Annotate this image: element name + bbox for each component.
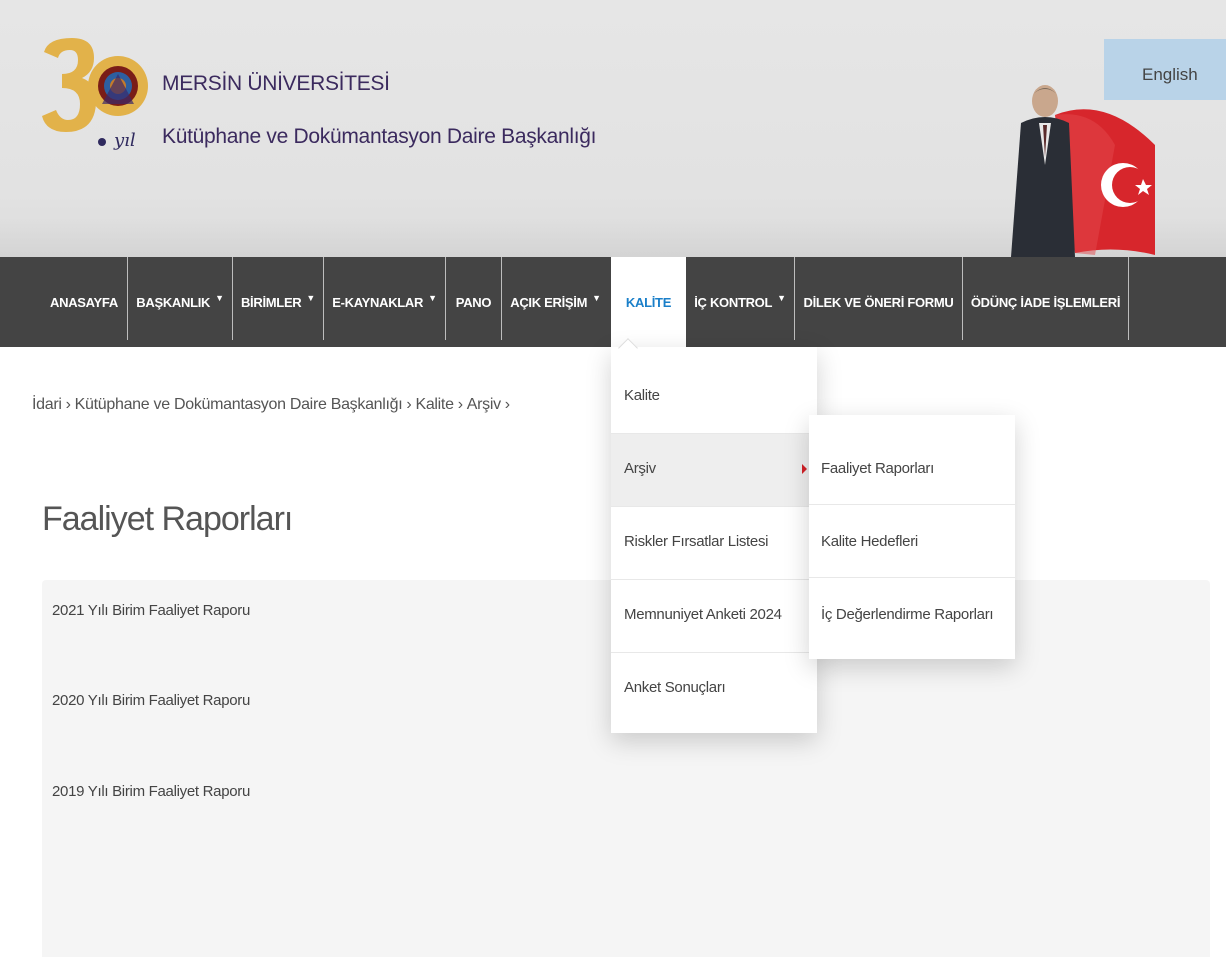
dropdown-item-arsiv[interactable]: Arşiv: [611, 433, 817, 506]
nav-item-birimler[interactable]: BİRİMLER ▼: [233, 257, 323, 347]
nav-label: DİLEK VE ÖNERİ FORMU: [803, 294, 954, 310]
university-logo-icon[interactable]: yıl: [38, 34, 150, 154]
nav-item-pano[interactable]: PANO: [446, 257, 501, 347]
nav-label: BAŞKANLIK: [136, 294, 211, 310]
caret-down-icon: ▼: [592, 293, 601, 303]
caret-down-icon: ▼: [777, 293, 786, 303]
dropdown-item-memnuniyet-anketi[interactable]: Memnuniyet Anketi 2024: [611, 579, 817, 652]
nav-item-baskanlik[interactable]: BAŞKANLIK ▼: [128, 257, 232, 347]
breadcrumb-separator: ›: [457, 396, 463, 413]
dropdown-item-label: Riskler Fırsatlar Listesi: [624, 533, 769, 550]
submenu-item-faaliyet-raporlari[interactable]: Faaliyet Raporları: [809, 415, 1015, 488]
caret-down-icon: ▼: [306, 293, 316, 303]
nav-label: İÇ KONTROL: [694, 294, 773, 310]
breadcrumb: İdari › Kütüphane ve Dokümantasyon Daire B…: [32, 396, 514, 414]
nav-item-ic-kontrol[interactable]: İÇ KONTROL ▼: [688, 257, 792, 347]
submenu-item-label: İç Değerlendirme Raporları: [821, 606, 994, 623]
svg-text:yıl: yıl: [113, 130, 136, 151]
page-title: Faaliyet Raporları: [42, 500, 293, 538]
site-subtitle: Kütüphane ve Dokümantasyon Daire Başkanl…: [162, 125, 597, 148]
submenu-item-label: Kalite Hedefleri: [821, 533, 918, 550]
arsiv-submenu: Faaliyet Raporları Kalite Hedefleri İç D…: [809, 415, 1015, 659]
nav-item-odunc-iade-islemleri[interactable]: ÖDÜNÇ İADE İŞLEMLERİ: [963, 257, 1128, 347]
report-link-2020[interactable]: 2020 Yılı Birim Faaliyet Raporu: [52, 692, 250, 709]
nav-item-anasayfa[interactable]: ANASAYFA: [44, 257, 124, 347]
breadcrumb-separator: ›: [504, 396, 510, 413]
breadcrumb-item-kalite[interactable]: Kalite: [415, 396, 454, 413]
breadcrumb-separator: ›: [406, 396, 412, 413]
caret-down-icon: ▼: [215, 293, 224, 303]
dropdown-item-label: Arşiv: [624, 460, 656, 477]
page: yıl MERSİN ÜNİVERSİTESİ Kütüphane ve Dok…: [0, 0, 1226, 957]
dropdown-item-kalite[interactable]: Kalite: [611, 361, 817, 434]
nav-item-e-kaynaklar[interactable]: E-KAYNAKLAR ▼: [324, 257, 445, 347]
nav-label: ANASAYFA: [50, 294, 118, 310]
nav-label: ÖDÜNÇ İADE İŞLEMLERİ: [970, 294, 1121, 310]
submenu-item-label: Faaliyet Raporları: [821, 460, 934, 477]
nav-label: E-KAYNAKLAR: [332, 294, 424, 310]
main-navigation: ANASAYFA BAŞKANLIK ▼ BİRİMLER ▼ E-KAYNAK…: [0, 257, 1226, 347]
nav-item-kalite[interactable]: KALİTE: [611, 257, 686, 347]
dropdown-item-label: Kalite: [624, 387, 660, 404]
dropdown-item-label: Memnuniyet Anketi 2024: [624, 606, 782, 623]
nav-label: AÇIK ERİŞİM: [510, 294, 588, 310]
submenu-item-kalite-hedefleri[interactable]: Kalite Hedefleri: [809, 504, 1015, 577]
chevron-right-icon: [802, 464, 807, 474]
dropdown-item-riskler-firsatlar[interactable]: Riskler Fırsatlar Listesi: [611, 506, 817, 579]
site-title: MERSİN ÜNİVERSİTESİ: [162, 72, 390, 95]
report-link-2021[interactable]: 2021 Yılı Birim Faaliyet Raporu: [52, 602, 250, 619]
nav-item-acik-erisim[interactable]: AÇIK ERİŞİM ▼: [502, 257, 609, 347]
dropdown-item-anket-sonuclari[interactable]: Anket Sonuçları: [611, 652, 817, 725]
nav-label: BİRİMLER: [240, 294, 302, 310]
nav-label: KALİTE: [625, 294, 672, 310]
breadcrumb-item-arsiv[interactable]: Arşiv: [467, 396, 501, 413]
nav-divider: [1128, 257, 1129, 340]
nav-item-dilek-oneri-formu[interactable]: DİLEK VE ÖNERİ FORMU: [795, 257, 962, 347]
ataturk-flag-portrait-image: [1011, 85, 1155, 257]
report-link-2019[interactable]: 2019 Yılı Birim Faaliyet Raporu: [52, 783, 250, 800]
breadcrumb-item-kutuphane[interactable]: Kütüphane ve Dokümantasyon Daire Başkanl…: [75, 396, 403, 413]
site-header: yıl MERSİN ÜNİVERSİTESİ Kütüphane ve Dok…: [0, 0, 1226, 257]
breadcrumb-separator: ›: [65, 396, 71, 413]
nav-label: PANO: [455, 294, 492, 310]
dropdown-item-label: Anket Sonuçları: [624, 679, 726, 696]
caret-down-icon: ▼: [428, 293, 437, 303]
submenu-item-ic-degerlendirme[interactable]: İç Değerlendirme Raporları: [809, 577, 1015, 650]
kalite-dropdown-menu: Kalite Arşiv Riskler Fırsatlar Listesi M…: [611, 338, 817, 733]
breadcrumb-item-idari[interactable]: İdari: [32, 396, 62, 413]
